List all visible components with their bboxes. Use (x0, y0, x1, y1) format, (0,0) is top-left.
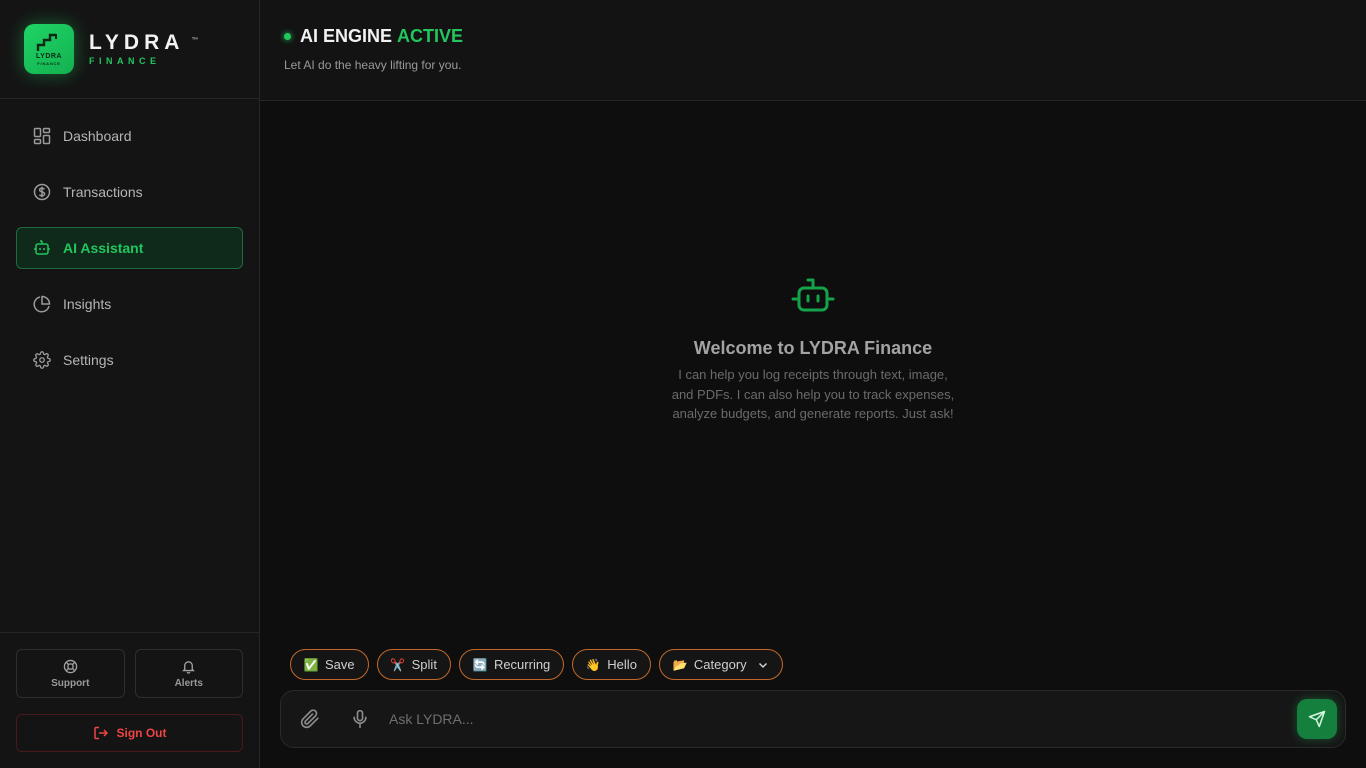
paperclip-icon (300, 709, 319, 729)
sidebar-item-insights[interactable]: Insights (16, 283, 243, 325)
dashboard-icon (33, 127, 51, 145)
check-box-icon: ✅ (303, 657, 319, 672)
trademark: ™ (191, 37, 199, 44)
stairs-logo-icon (36, 33, 57, 51)
sign-out-label: Sign Out (116, 726, 167, 740)
bot-icon (791, 278, 835, 312)
brand-subtitle: FINANCE (89, 56, 161, 66)
sidebar-item-dashboard[interactable]: Dashboard (16, 115, 243, 157)
sidebar-item-label: Settings (63, 352, 114, 368)
sidebar-item-label: Transactions (63, 184, 143, 200)
sidebar-item-label: Dashboard (63, 128, 132, 144)
chip-recurring[interactable]: 🔄 Recurring (458, 649, 565, 680)
sidebar: LYDRA FINANCE LYDRA ™ FINANCE Dashboard … (0, 0, 260, 768)
sidebar-item-ai-assistant[interactable]: AI Assistant (16, 227, 243, 269)
pie-chart-icon (33, 295, 51, 313)
attach-button[interactable] (299, 708, 321, 730)
alerts-label: Alerts (174, 677, 203, 689)
bell-icon (182, 660, 196, 674)
chip-hello[interactable]: 👋 Hello (572, 649, 651, 680)
brand-text: LYDRA ™ FINANCE (89, 31, 198, 67)
chip-split[interactable]: ✂️ Split (376, 649, 451, 680)
scissors-icon: ✂️ (390, 657, 406, 672)
welcome-panel: Welcome to LYDRA Finance I can help you … (260, 276, 1366, 424)
brand-name-text: LYDRA (89, 31, 185, 54)
voice-input-button[interactable] (349, 708, 371, 730)
chat-area: Welcome to LYDRA Finance I can help you … (260, 101, 1366, 768)
chevron-down-icon (758, 662, 767, 668)
logo-mini-subtext: FINANCE (37, 60, 61, 66)
sidebar-item-settings[interactable]: Settings (16, 339, 243, 381)
chip-category-dropdown[interactable]: 📂 Category (658, 649, 783, 680)
chat-input[interactable] (389, 711, 1297, 727)
dollar-circle-icon (33, 183, 51, 201)
repeat-icon: 🔄 (472, 657, 488, 672)
welcome-title: Welcome to LYDRA Finance (693, 338, 933, 358)
logout-icon (93, 726, 108, 740)
sidebar-nav: Dashboard Transactions AI Assistant Insi… (0, 99, 259, 381)
send-icon (1308, 710, 1326, 728)
page-subtitle: Let AI do the heavy lifting for you. (284, 58, 462, 72)
page-title-main: AI ENGINE (300, 26, 393, 46)
logo: LYDRA FINANCE (24, 24, 74, 74)
chip-save[interactable]: ✅ Save (290, 649, 369, 680)
sidebar-footer-row: Support Alerts (16, 649, 243, 698)
page-title: AI ENGINE ACTIVE (284, 26, 1342, 47)
sidebar-item-label: Insights (63, 296, 112, 312)
page-title-status: ACTIVE (397, 26, 464, 46)
wave-icon: 👋 (585, 657, 601, 672)
support-button[interactable]: Support (16, 649, 125, 698)
main-panel: AI ENGINE ACTIVE Let AI do the heavy lif… (260, 0, 1366, 768)
logo-mini-text: LYDRA (36, 52, 62, 60)
gear-icon (33, 351, 51, 369)
lifebuoy-icon (63, 659, 77, 673)
send-button[interactable] (1297, 699, 1337, 739)
sidebar-item-transactions[interactable]: Transactions (16, 171, 243, 213)
sidebar-footer: Support Alerts Sign Out (0, 632, 259, 768)
folder-icon: 📂 (672, 657, 688, 672)
chat-composer (280, 690, 1346, 748)
alerts-button[interactable]: Alerts (134, 649, 243, 698)
chip-label: Split (411, 657, 437, 672)
page-header: AI ENGINE ACTIVE Let AI do the heavy lif… (260, 0, 1366, 101)
chip-label: Category (693, 657, 747, 672)
chip-label: Hello (607, 657, 637, 672)
sign-out-button[interactable]: Sign Out (16, 714, 243, 752)
status-dot-icon (284, 33, 291, 40)
chip-label: Recurring (493, 657, 551, 672)
quick-action-chips: ✅ Save ✂️ Split 🔄 Recurring 👋 Hello 📂 Ca… (290, 649, 783, 680)
support-label: Support (51, 677, 90, 689)
microphone-icon (353, 709, 367, 729)
brand-name: LYDRA ™ (89, 31, 198, 54)
chip-label: Save (325, 657, 355, 672)
brand[interactable]: LYDRA FINANCE LYDRA ™ FINANCE (0, 0, 259, 99)
app-root: LYDRA FINANCE LYDRA ™ FINANCE Dashboard … (0, 0, 1366, 768)
sidebar-item-label: AI Assistant (63, 240, 144, 256)
welcome-text: I can help you log receipts through text… (671, 367, 955, 421)
bot-icon (33, 239, 51, 257)
